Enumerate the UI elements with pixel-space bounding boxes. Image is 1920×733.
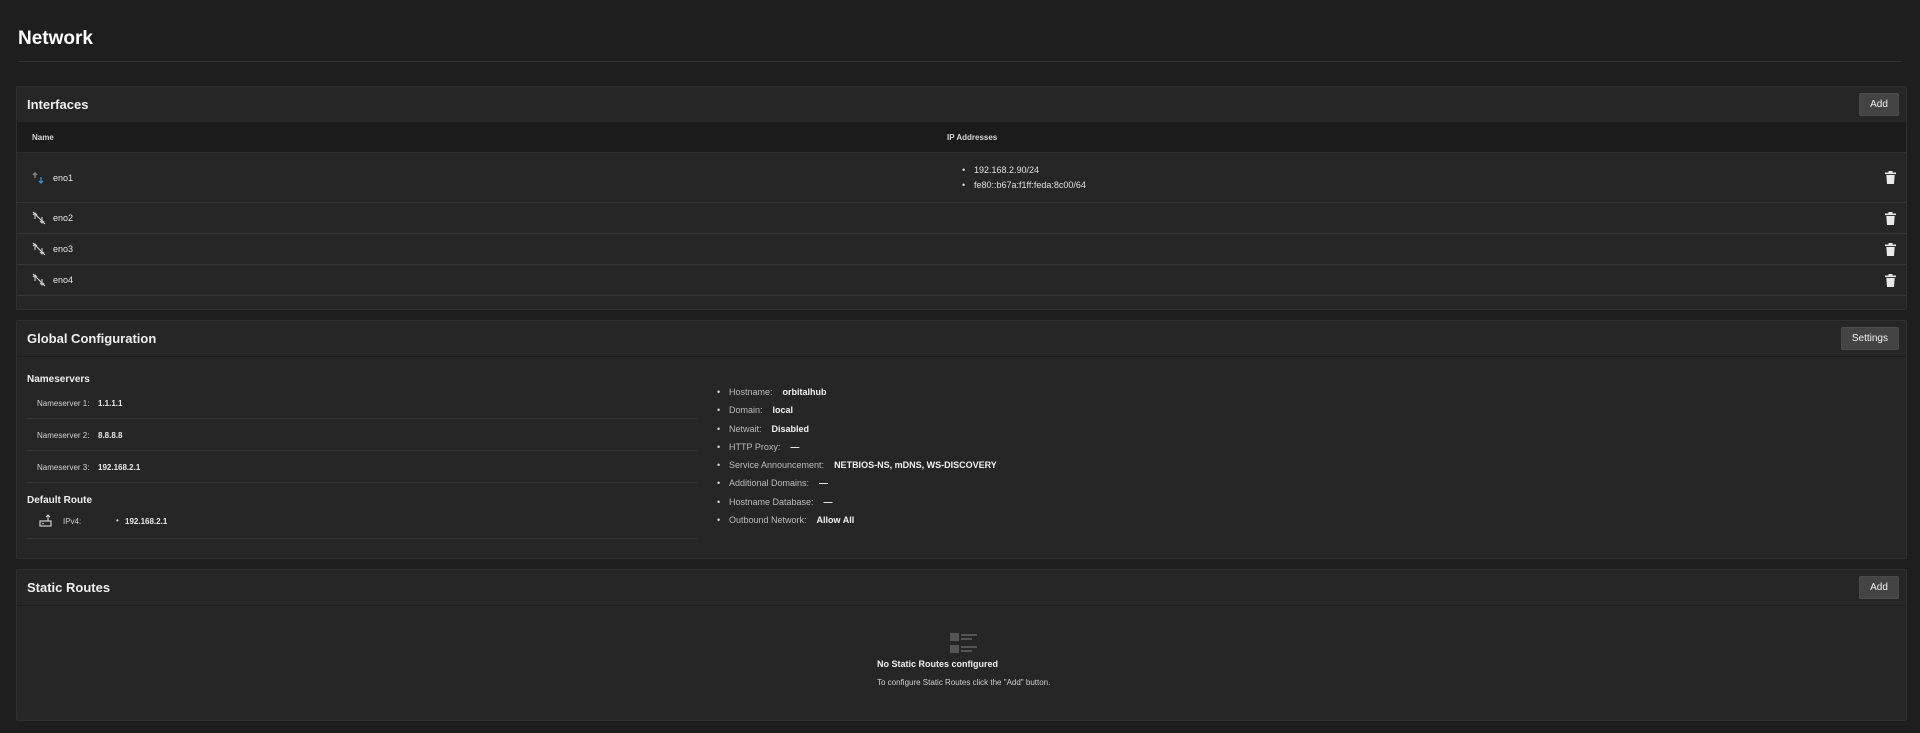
list-item: Hostname Database: — (717, 493, 997, 512)
info-value: — (823, 496, 833, 507)
table-row[interactable]: eno3 (17, 234, 1906, 265)
table-row[interactable]: eno2 (17, 203, 1906, 234)
global-configuration-title: Global Configuration (27, 331, 157, 346)
add-static-route-button[interactable]: Add (1859, 576, 1899, 599)
default-route-label: IPv4: (63, 517, 82, 526)
static-routes-title: Static Routes (27, 580, 111, 595)
default-route-value: 192.168.2.1 (125, 517, 168, 526)
network-page: Network Interfaces Add Name IP Addresses… (0, 0, 1920, 733)
default-route-title: Default Route (27, 495, 92, 506)
info-value: Disabled (771, 423, 810, 434)
interface-name: eno1 (53, 173, 74, 183)
link-down-icon (32, 211, 46, 225)
nameserver-row: Nameserver 1: 1.1.1.1 (27, 387, 697, 419)
delete-icon[interactable] (1885, 274, 1896, 287)
list-item: Hostname: orbitalhub (717, 383, 997, 402)
link-up-icon (32, 172, 44, 184)
info-label: Outbound Network: (729, 515, 807, 526)
nameservers-title: Nameservers (27, 374, 90, 385)
ip-address-list: 192.168.2.90/24 fe80::b67a:f1ff:feda:8c0… (962, 163, 1086, 193)
divider (18, 61, 1902, 62)
info-label: Additional Domains: (729, 478, 810, 489)
list-item: Additional Domains: — (717, 474, 997, 493)
list-item: Service Announcement: NETBIOS-NS, mDNS, W… (717, 456, 997, 475)
list-item: HTTP Proxy: — (717, 438, 997, 457)
info-value: local (772, 405, 794, 416)
global-configuration-header: Global Configuration Settings (17, 321, 1906, 357)
interface-name: eno2 (53, 213, 74, 223)
info-value: — (790, 441, 800, 452)
info-value: — (819, 478, 829, 489)
info-label: Hostname: (729, 387, 773, 397)
empty-list-icon (950, 633, 977, 653)
link-down-icon (32, 242, 46, 256)
nameserver-label: Nameserver 2: (37, 431, 90, 440)
default-route-row: IPv4: • 192.168.2.1 (27, 507, 697, 539)
info-label: Service Announcement: (729, 460, 825, 471)
interfaces-title: Interfaces (27, 97, 89, 112)
global-info-list: Hostname: orbitalhub Domain: local Netwait… (717, 383, 997, 530)
info-value: Allow All (816, 515, 855, 526)
list-item: Domain: local (717, 401, 997, 420)
bullet: • (116, 516, 119, 525)
column-header-ip-addresses[interactable]: IP Addresses (947, 133, 997, 142)
page-title: Network (18, 28, 93, 49)
list-item: Outbound Network: Allow All (717, 511, 997, 530)
info-value: NETBIOS-NS, mDNS, WS-DISCOVERY (834, 460, 997, 471)
empty-state-message: To configure Static Routes click the "Ad… (877, 678, 1051, 687)
info-label: HTTP Proxy: (729, 441, 781, 452)
ip-address: fe80::b67a:f1ff:feda:8c00/64 (962, 178, 1086, 193)
interfaces-table-header: Name IP Addresses (17, 123, 1906, 153)
interfaces-header: Interfaces Add (17, 87, 1906, 123)
add-interface-button[interactable]: Add (1859, 93, 1899, 116)
nameserver-row: Nameserver 3: 192.168.2.1 (27, 451, 697, 483)
info-label: Hostname Database: (729, 496, 814, 507)
table-row[interactable]: eno1 192.168.2.90/24 fe80::b67a:f1ff:fed… (17, 153, 1906, 203)
table-row[interactable]: eno4 (17, 265, 1906, 296)
settings-button[interactable]: Settings (1840, 327, 1899, 350)
nameserver-row: Nameserver 2: 8.8.8.8 (27, 419, 697, 451)
delete-icon[interactable] (1885, 243, 1896, 256)
interface-name: eno3 (53, 244, 74, 254)
empty-state-title: No Static Routes configured (877, 659, 999, 669)
ip-address: 192.168.2.90/24 (962, 163, 1086, 178)
interface-name: eno4 (53, 275, 74, 285)
delete-icon[interactable] (1885, 212, 1896, 225)
router-icon (39, 514, 52, 527)
nameserver-value: 8.8.8.8 (98, 431, 123, 440)
static-routes-header: Static Routes Add (17, 570, 1906, 606)
nameserver-value: 192.168.2.1 (98, 463, 141, 472)
global-configuration-card: Global Configuration Settings Nameserver… (16, 320, 1907, 559)
list-item: Netwait: Disabled (717, 420, 997, 439)
link-down-icon (32, 273, 46, 287)
info-label: Netwait: (729, 423, 762, 434)
nameserver-value: 1.1.1.1 (98, 399, 123, 408)
column-header-name[interactable]: Name (32, 133, 54, 142)
static-routes-card: Static Routes Add No Static Routes confi… (16, 569, 1907, 721)
info-value: orbitalhub (782, 387, 827, 397)
nameserver-label: Nameserver 1: (37, 399, 90, 408)
delete-icon[interactable] (1885, 171, 1896, 184)
nameserver-label: Nameserver 3: (37, 463, 90, 472)
info-label: Domain: (729, 405, 763, 416)
interfaces-card: Interfaces Add Name IP Addresses eno1 19… (16, 86, 1907, 310)
